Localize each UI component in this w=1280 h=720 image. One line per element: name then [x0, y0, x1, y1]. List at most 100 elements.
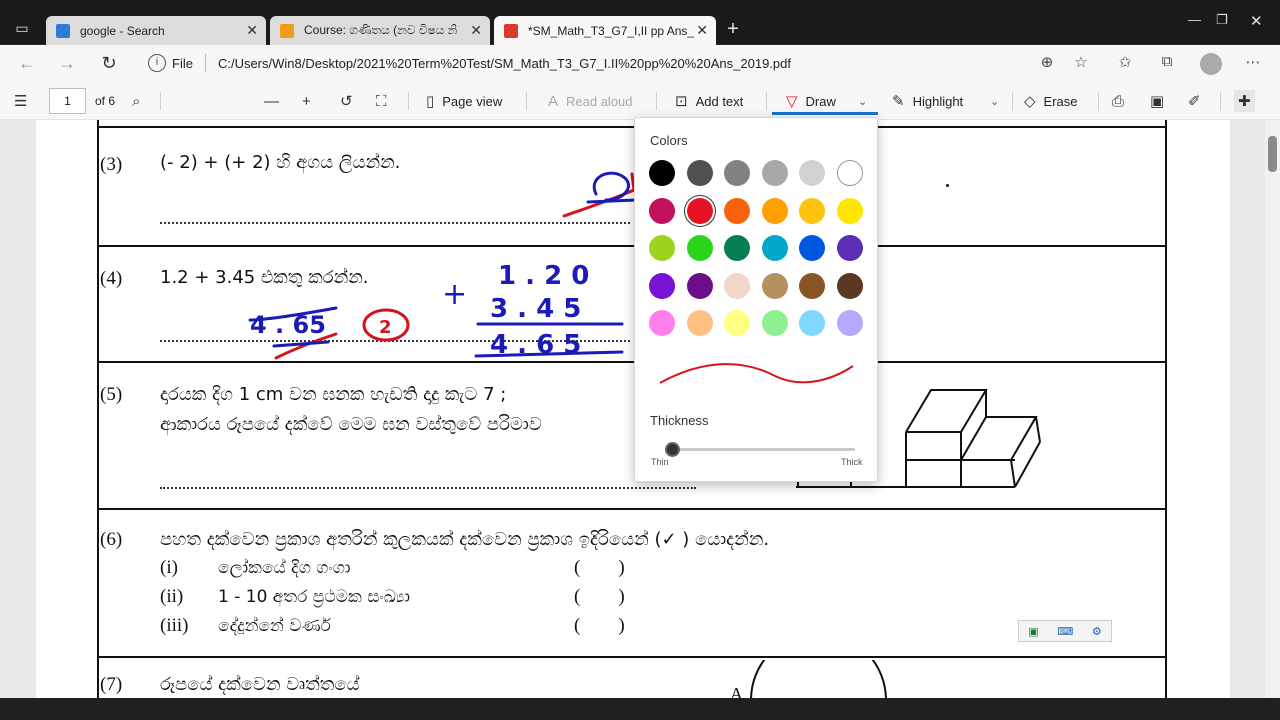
info-icon[interactable]: i: [148, 54, 166, 72]
highlight-dropdown-chevron-icon[interactable]: ⌄: [990, 90, 999, 112]
draw-dropdown-chevron-icon[interactable]: ⌄: [858, 90, 867, 112]
highlighter-icon: ✎: [892, 93, 905, 110]
more-icon[interactable]: ⋯: [1242, 53, 1264, 73]
zoom-icon[interactable]: ⊕: [1036, 53, 1058, 73]
color-swatch[interactable]: [649, 310, 675, 336]
color-swatch[interactable]: [724, 197, 751, 224]
question-5-line-1: දාරයක දිග 1 cm වන ඝනක හැඩති දාදු කැට 7 ;: [160, 384, 507, 405]
color-swatch[interactable]: [686, 235, 713, 261]
color-swatch[interactable]: [799, 272, 826, 299]
add-favorite-icon[interactable]: ☆: [1070, 53, 1092, 73]
color-swatch[interactable]: [686, 160, 713, 186]
thickness-slider-track[interactable]: [665, 448, 855, 451]
page-number-input[interactable]: 1: [49, 88, 86, 114]
erase-button[interactable]: ◇ Erase: [1024, 90, 1078, 112]
settings-gear-icon[interactable]: ⚙: [1092, 625, 1102, 638]
color-swatch[interactable]: [761, 310, 788, 336]
color-swatch[interactable]: [649, 160, 675, 186]
highlight-label: Highlight: [912, 93, 964, 109]
forward-icon[interactable]: →: [54, 51, 80, 75]
color-swatch[interactable]: [649, 197, 675, 224]
question-number: (7): [100, 674, 123, 695]
read-aloud-button[interactable]: A Read aloud: [548, 90, 633, 112]
tick-box[interactable]: ( ): [574, 557, 625, 579]
color-swatch[interactable]: [761, 272, 788, 299]
pin-toolbar-icon[interactable]: ✚: [1234, 90, 1255, 112]
color-swatch[interactable]: [649, 272, 675, 299]
color-swatch[interactable]: [837, 160, 863, 186]
tab-pdf[interactable]: *SM_Math_T3_G7_I,II pp Ans_20 ✕: [494, 16, 716, 45]
contents-icon[interactable]: ☰: [14, 90, 35, 112]
toolbar-divider: [1012, 92, 1013, 110]
save-as-icon[interactable]: ✐: [1188, 90, 1209, 112]
color-swatch[interactable]: [724, 160, 751, 186]
color-swatch[interactable]: [837, 235, 863, 261]
draw-settings-panel: Colors Thickness Thin Thick: [634, 117, 878, 482]
tab-google-search[interactable]: google - Search ✕: [46, 16, 266, 45]
fit-page-icon[interactable]: ⛶: [376, 90, 395, 112]
minimize-icon[interactable]: —: [1188, 12, 1201, 27]
ime-icon[interactable]: ▣: [1028, 625, 1038, 638]
color-swatch[interactable]: [799, 197, 826, 224]
thickness-slider-thumb[interactable]: [664, 442, 680, 457]
table-border-right: [1165, 120, 1167, 698]
page-view-button[interactable]: ▯ Page view: [426, 90, 502, 112]
new-tab-button[interactable]: +: [720, 18, 746, 42]
save-icon[interactable]: ▣: [1150, 90, 1172, 112]
add-text-button[interactable]: ⊡ Add text: [675, 90, 743, 112]
color-swatch[interactable]: [799, 235, 826, 261]
input-method-toolbar[interactable]: ▣ ⌨ ⚙: [1018, 620, 1112, 642]
search-icon[interactable]: ⌕: [132, 90, 148, 112]
color-swatch[interactable]: [649, 235, 675, 261]
tick-box[interactable]: ( ): [574, 615, 625, 637]
toolbar-divider: [656, 92, 657, 110]
color-swatch[interactable]: [837, 310, 863, 336]
window-close-icon[interactable]: ✕: [1250, 12, 1263, 30]
color-swatch[interactable]: [761, 160, 788, 186]
read-aloud-label: Read aloud: [566, 93, 633, 109]
color-swatch[interactable]: [686, 310, 713, 336]
print-icon[interactable]: ⎙: [1112, 90, 1132, 112]
back-icon[interactable]: ←: [14, 51, 40, 75]
q6-item-text: දේදුන්නේ වර්ණ: [218, 616, 331, 636]
scrollbar[interactable]: [1265, 120, 1280, 698]
collections-icon[interactable]: ⧉: [1156, 53, 1178, 73]
zoom-in-icon[interactable]: +: [302, 90, 319, 112]
color-swatch[interactable]: [761, 197, 788, 224]
draw-button[interactable]: ▽ Draw: [786, 90, 836, 112]
add-text-icon: ⊡: [675, 93, 688, 110]
color-swatch[interactable]: [724, 272, 751, 299]
rotate-icon[interactable]: ↺: [340, 90, 361, 112]
close-icon[interactable]: ✕: [470, 22, 482, 39]
color-swatch[interactable]: [724, 235, 751, 261]
color-swatch[interactable]: [686, 197, 713, 224]
favorites-icon[interactable]: ✩: [1114, 53, 1136, 73]
keyboard-icon[interactable]: ⌨: [1057, 625, 1073, 638]
bing-icon: [56, 23, 70, 38]
color-swatch[interactable]: [799, 310, 826, 336]
restore-icon[interactable]: ❐: [1216, 12, 1228, 28]
refresh-icon[interactable]: ↻: [96, 51, 122, 75]
add-text-label: Add text: [695, 93, 744, 109]
close-icon[interactable]: ✕: [696, 22, 708, 39]
url-scheme: File: [172, 55, 193, 71]
tab-course[interactable]: Course: ගණිතය (නව විෂය නි ✕: [270, 16, 490, 45]
zoom-out-icon[interactable]: —: [264, 90, 287, 112]
color-swatch[interactable]: [799, 160, 826, 186]
document-viewer[interactable]: (3) (- 2) + (+ 2) හි අගය ලියන්න. (4) 1.2…: [0, 120, 1265, 698]
url-field[interactable]: i File C:/Users/Win8/Desktop/2021%20Term…: [140, 49, 1100, 77]
close-icon[interactable]: ✕: [246, 22, 258, 39]
highlight-button[interactable]: ✎ Highlight: [892, 90, 963, 112]
page-view-icon: ▯: [426, 93, 435, 110]
color-swatch[interactable]: [761, 235, 788, 261]
color-swatch[interactable]: [686, 272, 713, 299]
profile-avatar[interactable]: [1200, 53, 1222, 75]
color-swatch[interactable]: [724, 310, 751, 336]
tab-actions-icon[interactable]: ▭: [8, 20, 36, 42]
ink-sum-top: 1 . 2 0: [498, 261, 589, 291]
color-swatch[interactable]: [837, 197, 863, 224]
scrollbar-thumb[interactable]: [1268, 136, 1277, 172]
color-swatch[interactable]: [837, 272, 863, 299]
tick-box[interactable]: ( ): [574, 586, 625, 608]
url-text: C:/Users/Win8/Desktop/2021%20Term%20Test…: [217, 55, 791, 71]
